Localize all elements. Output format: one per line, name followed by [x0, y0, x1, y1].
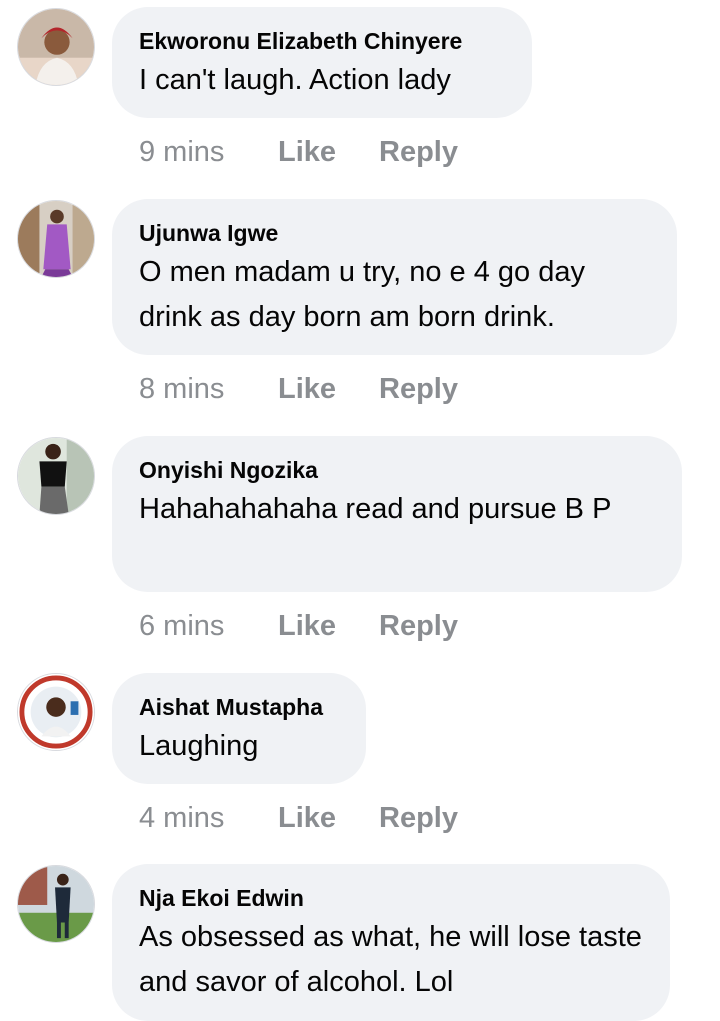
- avatar[interactable]: [17, 200, 95, 278]
- comment-bubble: Aishat Mustapha Laughing: [112, 673, 366, 784]
- comment-text: As obsessed as what, he will lose taste …: [139, 921, 642, 998]
- comment-bubble: Onyishi Ngozika Hahahahahaha read and pu…: [112, 436, 682, 592]
- comment-text: Laughing: [139, 730, 259, 762]
- avatar-photo-icon: [18, 866, 94, 942]
- comment-text: I can't laugh. Action lady: [139, 64, 451, 96]
- reply-button[interactable]: Reply: [379, 373, 458, 406]
- comment-author[interactable]: Aishat Mustapha: [139, 693, 338, 721]
- comment-text: Hahahahahaha read and pursue B P: [139, 493, 612, 525]
- comment-timestamp[interactable]: 6 mins: [139, 610, 278, 643]
- like-button[interactable]: Like: [278, 802, 379, 835]
- comment-actions: 6 mins Like Reply: [139, 610, 458, 643]
- comment-author[interactable]: Ekworonu Elizabeth Chinyere: [139, 27, 504, 55]
- comment-text: O men madam u try, no e 4 go day drink a…: [139, 256, 585, 333]
- reply-button[interactable]: Reply: [379, 610, 458, 643]
- comment-timestamp[interactable]: 8 mins: [139, 373, 278, 406]
- avatar[interactable]: [17, 8, 95, 86]
- comment-timestamp[interactable]: 9 mins: [139, 136, 278, 169]
- avatar-photo-icon: [18, 9, 94, 85]
- comment-actions: 4 mins Like Reply: [139, 802, 458, 835]
- comment-timestamp[interactable]: 4 mins: [139, 802, 278, 835]
- avatar[interactable]: [17, 865, 95, 943]
- comment-actions: 9 mins Like Reply: [139, 136, 458, 169]
- avatar-photo-icon: [18, 674, 94, 750]
- avatar-photo-icon: [18, 201, 94, 277]
- comment-bubble: Ekworonu Elizabeth Chinyere I can't laug…: [112, 7, 532, 118]
- like-button[interactable]: Like: [278, 136, 379, 169]
- reply-button[interactable]: Reply: [379, 136, 458, 169]
- like-button[interactable]: Like: [278, 610, 379, 643]
- comment-author[interactable]: Onyishi Ngozika: [139, 456, 654, 484]
- avatar-photo-icon: [18, 438, 94, 514]
- avatar[interactable]: [17, 437, 95, 515]
- like-button[interactable]: Like: [278, 373, 379, 406]
- reply-button[interactable]: Reply: [379, 802, 458, 835]
- comment-actions: 8 mins Like Reply: [139, 373, 458, 406]
- comment-bubble: Ujunwa Igwe O men madam u try, no e 4 go…: [112, 199, 677, 355]
- comment-author[interactable]: Nja Ekoi Edwin: [139, 884, 642, 912]
- comment-bubble: Nja Ekoi Edwin As obsessed as what, he w…: [112, 864, 670, 1021]
- comment-author[interactable]: Ujunwa Igwe: [139, 219, 649, 247]
- avatar[interactable]: [17, 673, 95, 751]
